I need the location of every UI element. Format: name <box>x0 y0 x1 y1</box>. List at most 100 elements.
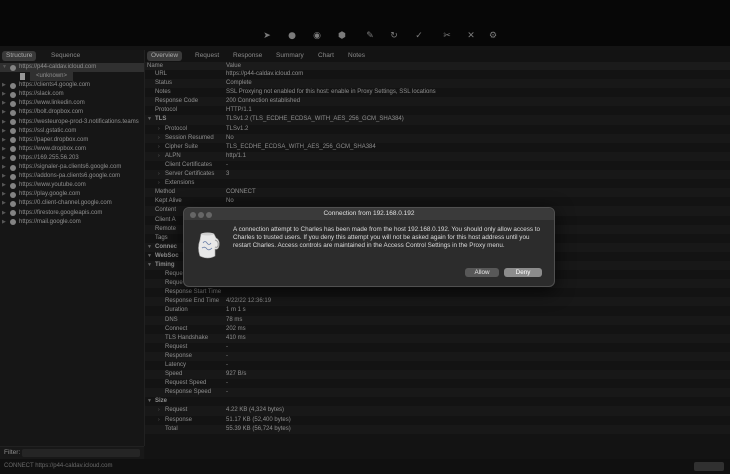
disclosure-arrow-icon[interactable]: ▶ <box>2 154 6 163</box>
tab-summary[interactable]: Summary <box>272 51 308 61</box>
table-row[interactable]: Method CONNECT <box>145 188 730 198</box>
disclosure-arrow-icon[interactable]: ▼ <box>2 63 7 72</box>
disclosure-arrow-icon[interactable]: › <box>158 406 160 415</box>
table-row[interactable]: Kept Alive No <box>145 197 730 206</box>
table-row[interactable]: › Server Certificates 3 <box>145 170 730 180</box>
tab-request[interactable]: Request <box>191 51 223 61</box>
disclosure-arrow-icon[interactable]: ▼ <box>147 397 152 406</box>
table-row[interactable]: Speed 927 B/s <box>145 370 730 380</box>
table-group-row[interactable]: ▼ TLS TLSv1.2 (TLS_ECDHE_ECDSA_WITH_AES_25… <box>145 115 730 125</box>
disclosure-arrow-icon[interactable]: › <box>158 179 160 188</box>
tree-host-item[interactable]: ▶ https://169.255.56.203 <box>0 154 144 163</box>
tab-notes[interactable]: Notes <box>344 51 369 61</box>
tree-host-item[interactable]: ▶ https://firestore.googleapis.com <box>0 209 144 218</box>
table-row[interactable]: Total 55.39 KB (56,724 bytes) <box>145 424 730 434</box>
pen-icon[interactable]: ✎ <box>365 31 375 41</box>
deny-button[interactable]: Deny <box>504 268 542 277</box>
disclosure-arrow-icon[interactable]: ▼ <box>147 243 152 252</box>
table-row[interactable]: Response - <box>145 351 730 361</box>
filter-input[interactable] <box>22 449 140 457</box>
table-row[interactable]: Response End Time 4/22/22 12:36:19 <box>145 297 730 307</box>
table-row[interactable]: › Extensions <box>145 179 730 188</box>
tab-structure[interactable]: Structure <box>2 51 37 61</box>
disclosure-arrow-icon[interactable]: ▶ <box>2 172 6 181</box>
table-row[interactable]: Notes SSL Proxying not enabled for this h… <box>145 88 730 97</box>
disclosure-arrow-icon[interactable]: ▼ <box>147 115 152 124</box>
tree-host-item[interactable]: ▶ https://bolt.dropbox.com <box>0 108 144 117</box>
disclosure-arrow-icon[interactable]: ▶ <box>2 99 6 108</box>
status-button[interactable] <box>694 462 724 471</box>
table-row[interactable]: › Protocol TLSv1.2 <box>145 125 730 134</box>
disclosure-arrow-icon[interactable]: › <box>158 152 160 161</box>
tab-sequence[interactable]: Sequence <box>47 51 84 61</box>
tree-child-item[interactable]: <unknown> <box>0 72 144 82</box>
disclosure-arrow-icon[interactable]: › <box>158 416 160 425</box>
disclosure-arrow-icon[interactable]: ▶ <box>2 127 6 136</box>
table-row[interactable]: DNS 78 ms <box>145 315 730 325</box>
throttle-icon[interactable]: ◉ <box>312 31 322 41</box>
table-row[interactable]: Request - <box>145 343 730 352</box>
check-icon[interactable]: ✓ <box>414 31 424 41</box>
disclosure-arrow-icon[interactable]: ▼ <box>147 252 152 261</box>
tree-host-item[interactable]: ▶ https://www.dropbox.com <box>0 145 144 154</box>
disclosure-arrow-icon[interactable]: ▼ <box>147 261 152 270</box>
pointer-icon[interactable]: ➤ <box>262 31 272 41</box>
tab-chart[interactable]: Chart <box>314 51 338 61</box>
disclosure-arrow-icon[interactable]: ▶ <box>2 190 6 199</box>
table-row[interactable]: Protocol HTTP/1.1 <box>145 106 730 115</box>
breakpoint-icon[interactable]: ⬢ <box>337 31 347 41</box>
table-row[interactable]: › Request 4.22 KB (4,324 bytes) <box>145 406 730 416</box>
zoom-icon[interactable] <box>206 212 212 218</box>
close-icon[interactable] <box>190 212 196 218</box>
table-row[interactable]: Response Speed - <box>145 388 730 398</box>
disclosure-arrow-icon[interactable]: ▶ <box>2 118 6 127</box>
table-row[interactable]: › ALPN http/1.1 <box>145 151 730 161</box>
tree-host-item[interactable]: ▶ https://mail.google.com <box>0 218 144 227</box>
disclosure-arrow-icon[interactable]: ▶ <box>2 218 6 227</box>
allow-button[interactable]: Allow <box>465 268 499 277</box>
table-row[interactable]: Duration 1 m 1 s <box>145 306 730 315</box>
tree-host-item[interactable]: ▶ https://westeurope-prod-3.notifications… <box>0 118 144 127</box>
table-row[interactable]: Connect 202 ms <box>145 325 730 334</box>
tree-host-item[interactable]: ▶ https://signaler-pa.clients6.google.com <box>0 163 144 172</box>
tree-host-item[interactable]: ▶ https://0.client-channel.google.com <box>0 199 144 208</box>
tree-host-item[interactable]: ▶ https://play.google.com <box>0 190 144 199</box>
disclosure-arrow-icon[interactable]: ▶ <box>2 163 6 172</box>
table-row[interactable]: › Session Resumed No <box>145 133 730 143</box>
tree-host-item[interactable]: ▶ https://ssl.gstatic.com <box>0 127 144 136</box>
tree-host-item[interactable]: ▶ https://www.linkedin.com <box>0 99 144 108</box>
tree-host-item[interactable]: ▶ https://www.youtube.com <box>0 181 144 190</box>
table-row[interactable]: Response Start Time <box>145 288 730 297</box>
disclosure-arrow-icon[interactable]: ▶ <box>2 90 6 99</box>
table-row[interactable]: TLS Handshake 410 ms <box>145 333 730 343</box>
table-row[interactable]: Response Code 200 Connection established <box>145 97 730 107</box>
table-row[interactable]: Status Complete <box>145 79 730 89</box>
disclosure-arrow-icon[interactable]: › <box>158 125 160 134</box>
table-row[interactable]: › Cipher Suite TLS_ECDHE_ECDSA_WITH_AES_25… <box>145 143 730 152</box>
minimize-icon[interactable] <box>198 212 204 218</box>
record-icon[interactable]: ● <box>287 31 297 41</box>
disclosure-arrow-icon[interactable]: ▶ <box>2 81 6 90</box>
table-row[interactable]: › Response 51.17 KB (52,400 bytes) <box>145 416 730 425</box>
tab-overview[interactable]: Overview <box>147 51 183 61</box>
tree-host-item[interactable]: ▶ https://clients4.google.com <box>0 81 144 90</box>
table-row[interactable]: Client Certificates - <box>145 161 730 170</box>
disclosure-arrow-icon[interactable]: › <box>158 134 160 143</box>
settings-icon[interactable]: ⚙ <box>488 31 498 41</box>
tree-host-item[interactable]: ▼ https://p44-caldav.icloud.com <box>0 63 144 73</box>
disclosure-arrow-icon[interactable]: › <box>158 143 160 152</box>
disclosure-arrow-icon[interactable]: ▶ <box>2 209 6 218</box>
disclosure-arrow-icon[interactable]: › <box>158 170 160 179</box>
table-row[interactable]: Latency - <box>145 361 730 370</box>
disclosure-arrow-icon[interactable]: ▶ <box>2 181 6 190</box>
table-group-row[interactable]: ▼ Size <box>145 397 730 406</box>
disclosure-arrow-icon[interactable]: ▶ <box>2 136 6 145</box>
disclosure-arrow-icon[interactable]: ▶ <box>2 199 6 208</box>
tools-icon[interactable]: ✂ <box>442 31 452 41</box>
table-row[interactable]: URL https://p44-caldav.icloud.com <box>145 70 730 79</box>
tree-host-item[interactable]: ▶ https://slack.com <box>0 90 144 99</box>
tools-icon[interactable]: ✕ <box>466 31 476 41</box>
tree-host-item[interactable]: ▶ https://paper.dropbox.com <box>0 136 144 145</box>
disclosure-arrow-icon[interactable]: ▶ <box>2 108 6 117</box>
tree-host-item[interactable]: ▶ https://addons-pa.clients6.google.com <box>0 172 144 181</box>
